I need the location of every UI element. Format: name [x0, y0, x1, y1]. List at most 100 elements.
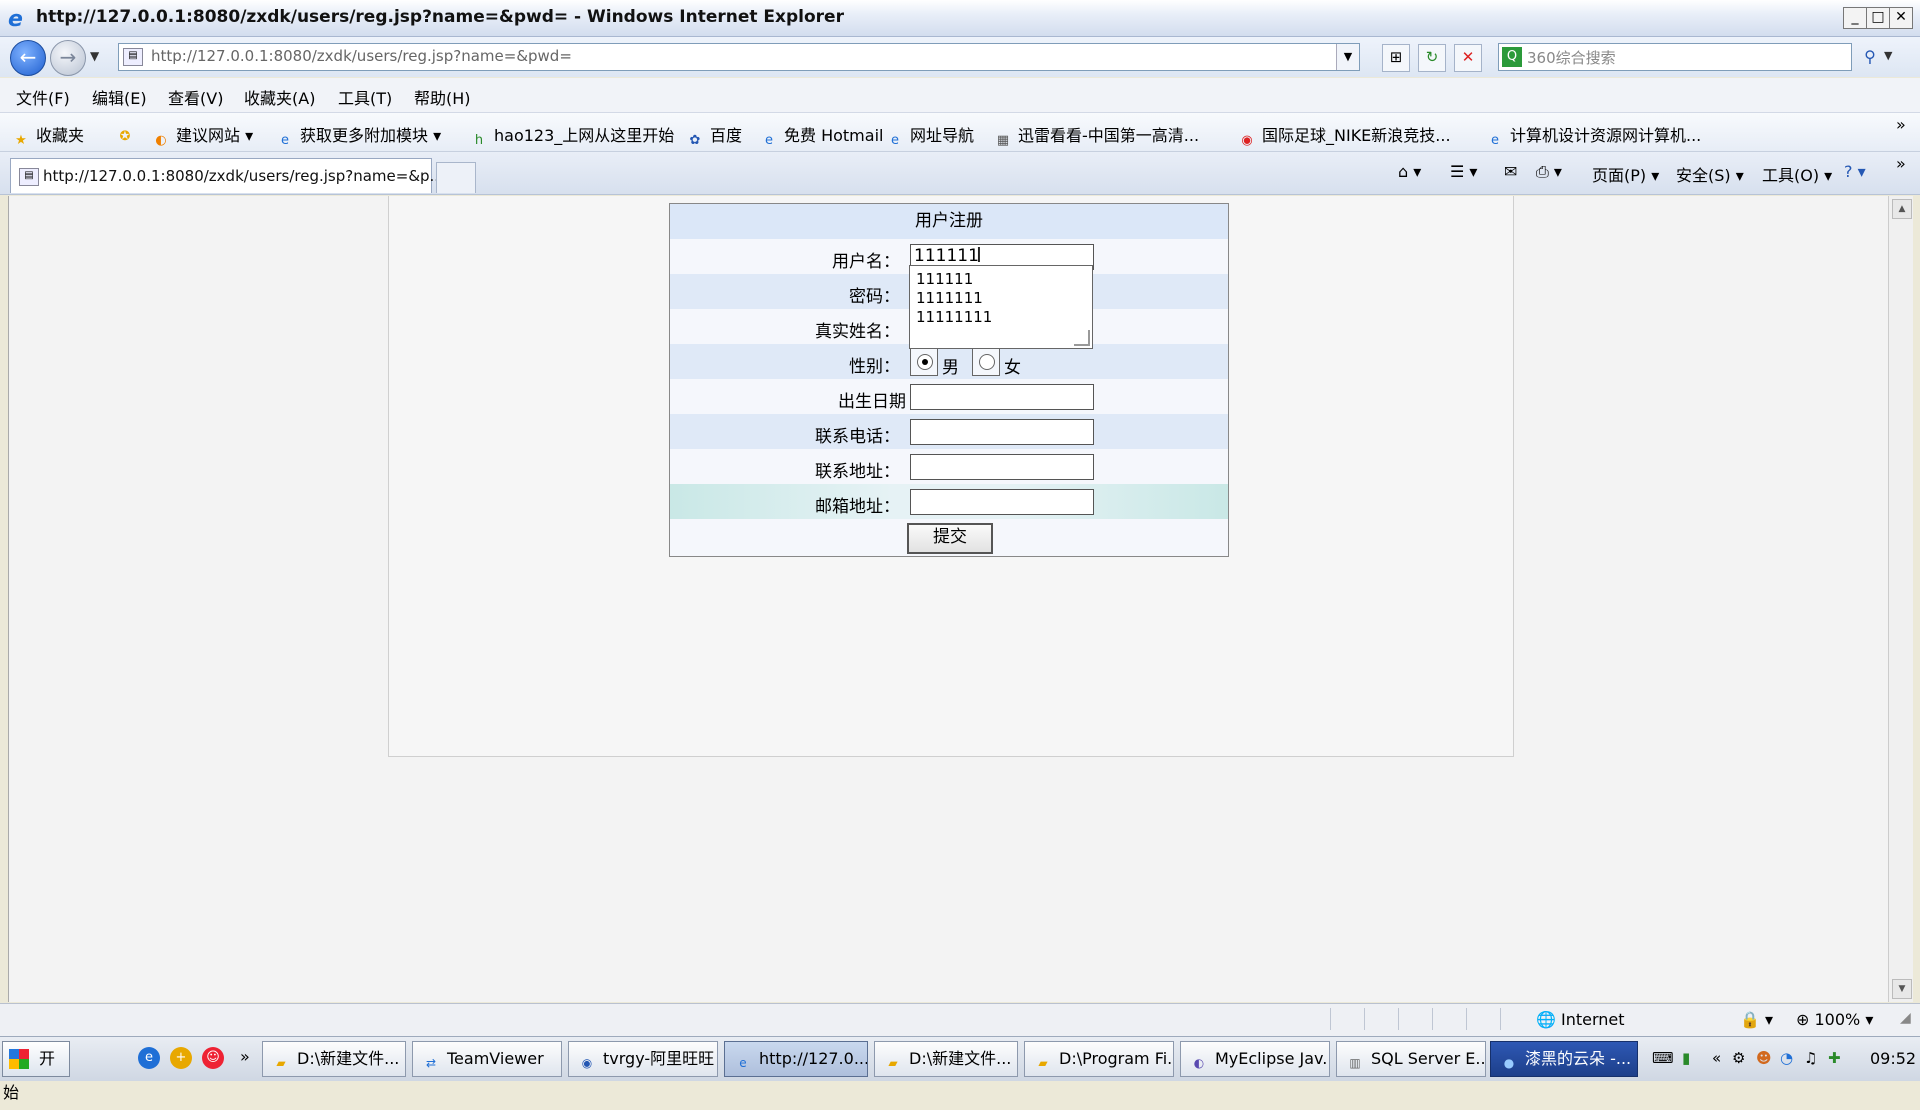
star-icon: ★	[15, 133, 27, 148]
tools-menu-label: 工具(O)	[1762, 166, 1820, 185]
feeds-icon[interactable]: ☰ ▾	[1450, 162, 1477, 181]
task-explorer[interactable]: ▰ D:\新建文件...	[874, 1041, 1018, 1077]
quicklaunch-app-icon[interactable]: ☺	[202, 1047, 224, 1069]
favorite-xunlei[interactable]: ▦ 迅雷看看-中国第一高清...	[994, 122, 1199, 150]
commandbar-overflow-icon[interactable]: »	[1896, 154, 1906, 173]
favorite-url-nav[interactable]: e 网址导航	[886, 122, 974, 150]
windows-logo-icon	[9, 1049, 29, 1069]
back-button[interactable]: ←	[10, 40, 46, 76]
task-sql-server[interactable]: ▥ SQL Server E...	[1336, 1041, 1486, 1077]
menu-edit[interactable]: 编辑(E)	[92, 85, 147, 109]
favorite-design-resources[interactable]: e 计算机设计资源网计算机...	[1486, 122, 1701, 150]
phone-input[interactable]	[910, 419, 1094, 445]
history-dropdown-icon[interactable]: ▼	[90, 49, 99, 63]
clock[interactable]: 09:52	[1870, 1049, 1916, 1068]
task-internet-explorer[interactable]: e http://127.0....	[724, 1041, 868, 1077]
stop-icon[interactable]: ✕	[1454, 44, 1482, 72]
refresh-icon[interactable]: ↻	[1418, 44, 1446, 72]
favorites-button[interactable]: ★ 收藏夹	[12, 122, 84, 150]
navigation-bar: ← → ▼ ▤ http://127.0.0.1:8080/zxdk/users…	[0, 37, 1920, 77]
zoom-control[interactable]: ⊕ 100% ▾	[1796, 1010, 1873, 1029]
start-button[interactable]: 开始	[2, 1041, 70, 1102]
task-media[interactable]: ● 漆黑的云朵 -...	[1490, 1041, 1638, 1077]
new-tab-button[interactable]	[436, 162, 476, 193]
menu-help[interactable]: 帮助(H)	[414, 85, 471, 109]
address-dropdown-icon[interactable]: ▼	[1336, 44, 1359, 70]
add-favorite-icon[interactable]: ✪	[116, 122, 140, 146]
favorite-sina-sports[interactable]: ◉ 国际足球_NIKE新浪竞技...	[1238, 122, 1450, 150]
task-explorer[interactable]: ▰ D:\新建文件...	[262, 1041, 406, 1077]
close-button[interactable]: ✕	[1889, 7, 1913, 29]
help-icon[interactable]: ? ▾	[1844, 162, 1866, 181]
safety-menu[interactable]: 安全(S) ▾	[1676, 162, 1744, 186]
maximize-button[interactable]: □	[1866, 7, 1890, 29]
tab-current[interactable]: ▤ http://127.0.0.1:8080/zxdk/users/reg.j…	[10, 158, 444, 193]
gender-male-radio-box[interactable]	[910, 348, 938, 376]
scroll-down-icon[interactable]: ▼	[1892, 979, 1912, 999]
status-divider	[1466, 1008, 1497, 1030]
ie-page-icon: e	[281, 133, 289, 148]
tray-app-icon[interactable]: ✚	[1828, 1049, 1841, 1067]
search-input[interactable]: 360综合搜索	[1527, 47, 1616, 68]
task-explorer[interactable]: ▰ D:\Program Fi...	[1024, 1041, 1174, 1077]
keyboard-icon[interactable]: ⌨	[1652, 1049, 1674, 1067]
search-icon[interactable]: ⚲	[1858, 44, 1882, 70]
gender-female-radio[interactable]	[979, 354, 995, 370]
folder-icon: ▰	[276, 1056, 286, 1070]
favorite-hotmail[interactable]: e 免费 Hotmail	[760, 122, 883, 150]
email-input[interactable]	[910, 489, 1094, 515]
resize-grip-icon[interactable]	[1074, 330, 1090, 346]
security-zone[interactable]: 🌐 Internet	[1536, 1010, 1625, 1029]
gender-female-radio-box[interactable]	[972, 348, 1000, 376]
favorite-hao123[interactable]: h hao123_上网从这里开始	[470, 122, 674, 150]
address-bar[interactable]: ▤ http://127.0.0.1:8080/zxdk/users/reg.j…	[118, 43, 1360, 71]
tray-expand-icon[interactable]: «	[1712, 1049, 1721, 1067]
menu-view[interactable]: 查看(V)	[168, 85, 223, 109]
autocomplete-option[interactable]: 1111111	[916, 289, 983, 307]
gender-female-label: 女	[1004, 358, 1021, 378]
search-options-dropdown-icon[interactable]: ▼	[1884, 49, 1892, 62]
minimize-button[interactable]: _	[1843, 7, 1867, 29]
favorite-baidu[interactable]: ✿ 百度	[686, 122, 742, 150]
protected-mode-icon[interactable]: 🔒 ▾	[1740, 1010, 1773, 1029]
battery-icon[interactable]: ▮	[1682, 1049, 1690, 1067]
gender-male-radio[interactable]	[917, 354, 933, 370]
compatibility-view-icon[interactable]: ⊞	[1382, 44, 1410, 72]
quicklaunch-app-icon[interactable]: +	[170, 1047, 192, 1069]
task-myeclipse[interactable]: ◐ MyEclipse Jav...	[1180, 1041, 1330, 1077]
task-label: MyEclipse Jav...	[1215, 1049, 1330, 1068]
quicklaunch-overflow-icon[interactable]: »	[240, 1047, 250, 1066]
birthdate-input[interactable]	[910, 384, 1094, 410]
menu-tools[interactable]: 工具(T)	[338, 85, 392, 109]
username-autocomplete-list: 111111 1111111 11111111	[909, 265, 1093, 349]
scroll-up-icon[interactable]: ▲	[1892, 199, 1912, 219]
menu-file[interactable]: 文件(F)	[16, 85, 70, 109]
address-input[interactable]	[910, 454, 1094, 480]
tray-app-icon[interactable]: ☻	[1756, 1049, 1772, 1067]
task-teamviewer[interactable]: ⇄ TeamViewer	[412, 1041, 562, 1077]
favorite-label: 迅雷看看-中国第一高清...	[1018, 126, 1200, 145]
print-icon[interactable]: ⎙ ▾	[1536, 162, 1562, 182]
tools-menu[interactable]: 工具(O) ▾	[1762, 162, 1832, 186]
text-cursor-icon: I	[976, 243, 982, 267]
mail-icon[interactable]: ✉	[1504, 162, 1517, 181]
page-menu[interactable]: 页面(P) ▾	[1592, 162, 1659, 186]
volume-icon[interactable]: ♫	[1804, 1049, 1817, 1067]
autocomplete-option[interactable]: 111111	[916, 270, 973, 288]
vertical-scrollbar[interactable]: ▲ ▼	[1888, 196, 1913, 1002]
home-icon[interactable]: ⌂ ▾	[1398, 162, 1421, 181]
submit-button[interactable]: 提交	[907, 523, 993, 554]
tray-app-icon[interactable]: ⚙	[1732, 1049, 1745, 1067]
ie-quicklaunch-icon[interactable]: e	[138, 1047, 160, 1069]
favorites-overflow-icon[interactable]: »	[1896, 115, 1906, 134]
network-icon[interactable]: ◔	[1780, 1049, 1793, 1067]
favorite-suggested-sites[interactable]: ◐ 建议网站 ▾	[152, 122, 253, 150]
autocomplete-option[interactable]: 11111111	[916, 308, 992, 326]
resize-grip-icon[interactable]: ◢	[1900, 1010, 1911, 1026]
address-url[interactable]: http://127.0.0.1:8080/zxdk/users/reg.jsp…	[151, 47, 572, 65]
task-aliwangwang[interactable]: ◉ tvrgy-阿里旺旺	[568, 1041, 718, 1077]
search-box[interactable]: Q 360综合搜索	[1498, 43, 1852, 71]
favorite-add-ons[interactable]: e 获取更多附加模块 ▾	[276, 122, 441, 150]
menu-favorites[interactable]: 收藏夹(A)	[244, 85, 315, 109]
forward-button[interactable]: →	[50, 40, 86, 76]
